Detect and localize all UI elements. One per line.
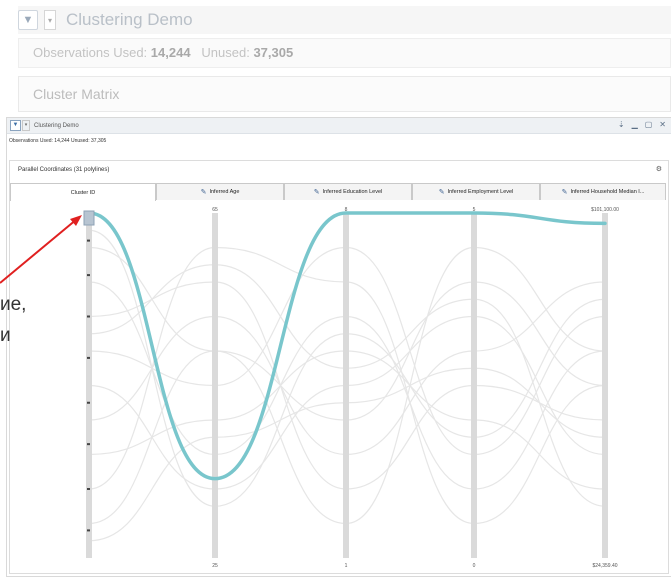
tab-inferred-employment-level[interactable]: ✎ Inferred Employment Level xyxy=(412,183,540,200)
axis-top-label: 65 xyxy=(212,207,218,213)
observations-used-label: Observations Used: xyxy=(33,45,148,60)
axis-bottom-label: 25 xyxy=(212,563,218,569)
axis-bottom-label: 0 xyxy=(473,563,476,569)
gear-icon[interactable]: ⚙ xyxy=(656,165,662,173)
tab-label: Cluster ID xyxy=(70,189,96,196)
clustering-demo-window: ▼ ▾ Clustering Demo ⇣ ▁ ▢ ✕ Observations… xyxy=(6,117,671,577)
unused-value: 37,305 xyxy=(253,45,294,60)
tab-label: Inferred Household Median I... xyxy=(570,189,645,195)
tab-label: Inferred Employment Level xyxy=(447,189,514,195)
restore-down-icon[interactable]: ⇣ xyxy=(618,120,625,129)
tab-inferred-education-level[interactable]: ✎ Inferred Education Level xyxy=(284,183,412,200)
tab-cluster-id[interactable]: Cluster ID xyxy=(10,183,156,201)
cluster-matrix-title: Cluster Matrix xyxy=(33,86,120,102)
annotation-text-line-1: ие, xyxy=(0,294,27,315)
axis-top-label: $101,100.00 xyxy=(591,207,619,213)
tab-label: Inferred Education Level xyxy=(322,189,383,195)
axis-tick xyxy=(87,443,90,446)
monitor-icon[interactable]: ▼ xyxy=(18,10,38,30)
axis-tick xyxy=(87,401,90,404)
axis-bar xyxy=(602,213,608,558)
axis-tick xyxy=(87,529,90,532)
observations-text: Observations Used: 14,244 Unused: 37,305 xyxy=(9,138,107,144)
chevron-down-icon[interactable]: ▾ xyxy=(22,120,30,131)
window-titlebar: ▼ ▾ Clustering Demo ⇣ ▁ ▢ ✕ xyxy=(7,118,671,134)
axis-bar xyxy=(212,213,218,558)
pencil-icon: ✎ xyxy=(561,189,568,196)
axis-bar xyxy=(343,213,349,558)
axis-tabs: Cluster ID ✎ Inferred Age ✎ Inferred Edu… xyxy=(10,183,666,201)
pencil-icon: ✎ xyxy=(438,189,445,196)
axis-bottom-label: 1 xyxy=(345,563,348,569)
axis-tick xyxy=(87,356,90,359)
unused-label: Unused: xyxy=(201,45,250,60)
monitor-icon[interactable]: ▼ xyxy=(10,120,21,131)
annotation-text-line-2: и xyxy=(0,325,11,346)
annotation-arrow xyxy=(0,215,82,284)
maximize-icon[interactable]: ▢ xyxy=(645,120,653,129)
pencil-icon: ✎ xyxy=(313,189,320,196)
panel-title: Parallel Coordinates (31 polylines) xyxy=(18,167,110,173)
axis-bar xyxy=(471,213,477,558)
minimize-icon[interactable]: ▁ xyxy=(632,120,638,129)
tab-inferred-household-median-income[interactable]: ✎ Inferred Household Median I... xyxy=(540,183,666,200)
axis-tick xyxy=(87,488,90,490)
chevron-down-icon[interactable]: ▾ xyxy=(44,10,56,30)
axis-tick xyxy=(87,315,90,318)
observations-used-value: 14,244 xyxy=(150,45,191,60)
background-observations-bar: Observations Used: 14,244 Unused: 37,305 xyxy=(18,38,671,68)
axis-bottom-label: $24,359.40 xyxy=(592,563,617,569)
arrow-line xyxy=(0,218,78,284)
pencil-icon: ✎ xyxy=(200,189,207,196)
window-controls: ⇣ ▁ ▢ ✕ xyxy=(618,120,666,129)
cluster-matrix-section[interactable]: Cluster Matrix xyxy=(18,76,671,112)
tab-label: Inferred Age xyxy=(209,189,240,195)
tab-inferred-age[interactable]: ✎ Inferred Age xyxy=(156,183,284,200)
window-title: Clustering Demo xyxy=(34,122,79,129)
close-icon[interactable]: ✕ xyxy=(659,120,666,129)
background-window-titlebar: ▼ ▾ Clustering Demo xyxy=(18,6,671,34)
background-window-title: Clustering Demo xyxy=(66,10,193,29)
